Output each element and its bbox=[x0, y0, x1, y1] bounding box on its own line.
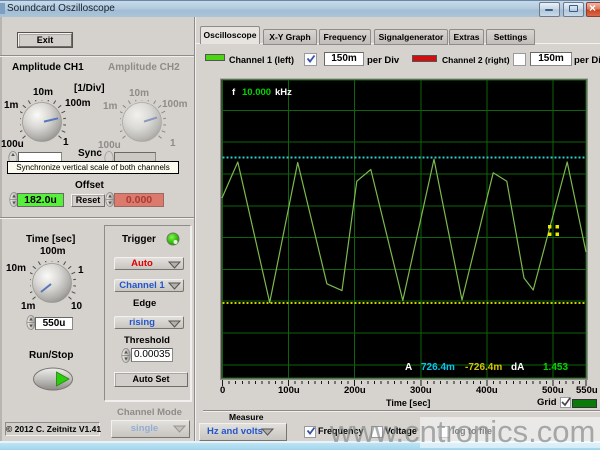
svg-text:1.453: 1.453 bbox=[543, 362, 568, 373]
svg-text:-726.4m: -726.4m bbox=[465, 362, 502, 373]
svg-text:A: A bbox=[405, 362, 412, 373]
svg-text:726.4m: 726.4m bbox=[421, 362, 455, 373]
svg-text:dA: dA bbox=[511, 362, 524, 373]
svg-text:kHz: kHz bbox=[275, 87, 292, 98]
svg-text:10.000: 10.000 bbox=[242, 87, 271, 98]
